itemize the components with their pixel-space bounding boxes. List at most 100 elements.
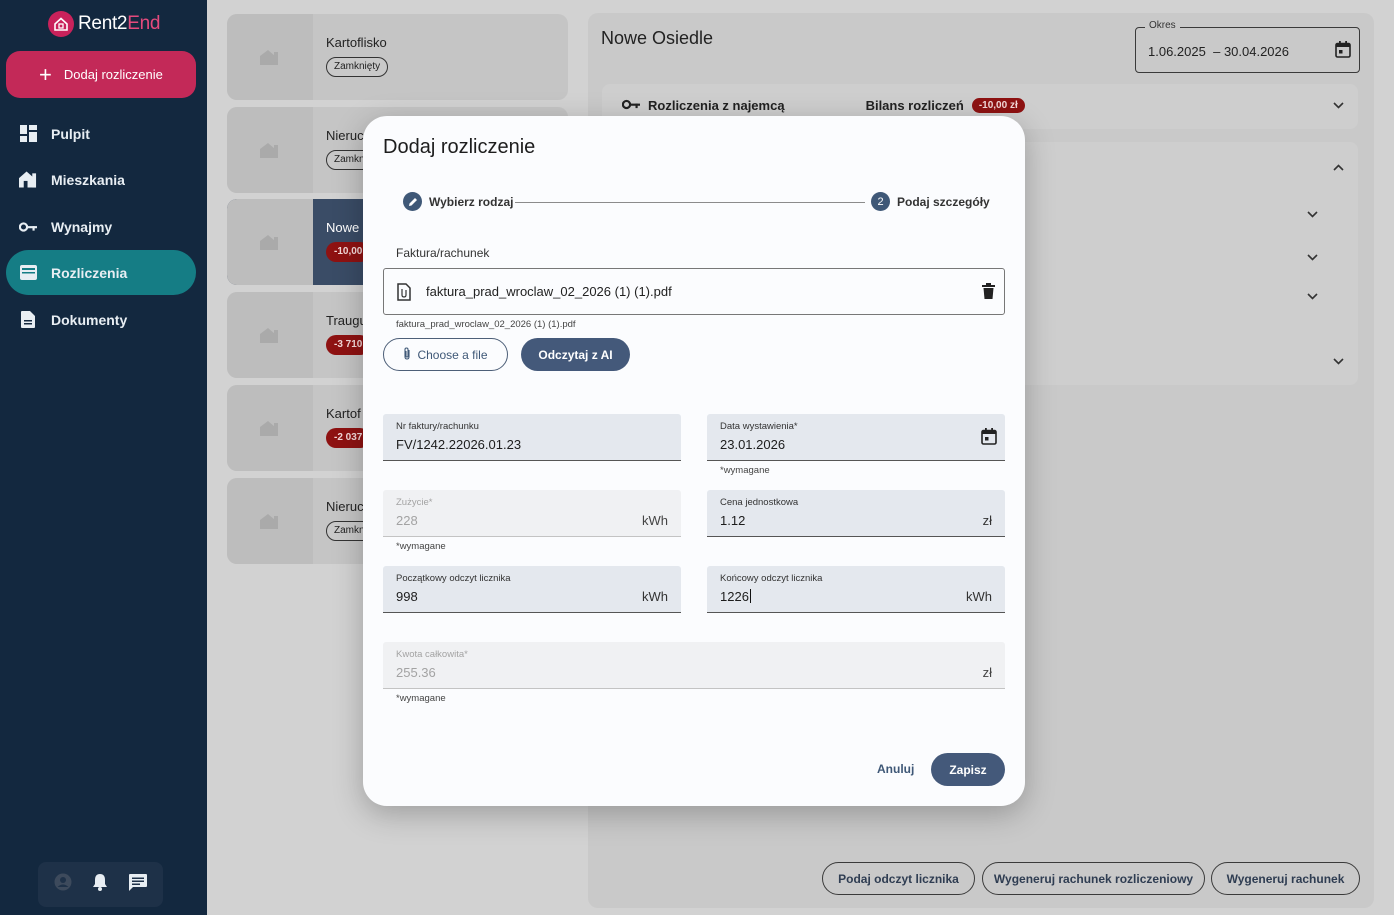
add-settlement-button[interactable]: + Dodaj rozliczenie: [6, 51, 196, 98]
document-icon: [19, 311, 37, 329]
usage-value: 228: [396, 513, 418, 528]
balance-label: Bilans rozliczeń: [865, 98, 964, 113]
dashboard-icon: [19, 125, 37, 143]
sidebar: Rent2End + Dodaj rozliczenie Pulpit Mies…: [0, 0, 207, 915]
account-icon[interactable]: [54, 873, 72, 896]
invoice-number-field[interactable]: Nr faktury/rachunku FV/1242.22026.01.23: [383, 414, 681, 461]
period-end: 30.04.2026: [1223, 44, 1290, 59]
sidebar-bottom-toolbar: [38, 862, 163, 907]
period-start: 1.06.2025: [1148, 44, 1206, 59]
period-label: Okres: [1145, 20, 1180, 31]
end-reading-unit: kWh: [966, 589, 992, 604]
sidebar-item-mieszkania[interactable]: Mieszkania: [6, 157, 196, 202]
required-hint: *wymagane: [396, 693, 446, 704]
property-thumbnail-icon: [227, 107, 313, 193]
chevron-up-icon: [1333, 160, 1344, 174]
property-thumbnail-icon: [227, 14, 313, 100]
issue-date-field[interactable]: Data wystawienia* 23.01.2026: [707, 414, 1005, 461]
logo-suffix: End: [127, 13, 161, 34]
property-name: Nieruc: [326, 499, 364, 514]
unit-price-field[interactable]: Cena jednostkowa 1.12 zł: [707, 490, 1005, 537]
calendar-icon[interactable]: [981, 428, 997, 450]
dialog-title: Dodaj rozliczenie: [383, 136, 536, 158]
step-label: Wybierz rodzaj: [429, 194, 514, 209]
add-settlement-label: Dodaj rozliczenie: [63, 67, 163, 82]
period-field[interactable]: Okres 1.06.2025 – 30.04.2026: [1135, 20, 1360, 73]
property-thumbnail-icon: [227, 385, 313, 471]
logo[interactable]: Rent2End: [48, 11, 160, 37]
property-name: Kartof: [326, 406, 361, 421]
sidebar-item-label: Dokumenty: [51, 311, 128, 328]
start-reading-unit: kWh: [642, 589, 668, 604]
stepper: Wybierz rodzaj 2 Podaj szczegóły: [403, 192, 990, 212]
invoice-file-hint: faktura_prad_wroclaw_02_2026 (1) (1).pdf: [396, 319, 576, 330]
usage-field: Zużycie* 228 kWh: [383, 490, 681, 537]
chevron-down-icon[interactable]: [1307, 287, 1318, 305]
invoice-number-value: FV/1242.22026.01.23: [396, 437, 522, 452]
choose-file-label: Choose a file: [417, 347, 488, 362]
property-name: Kartoflisko: [326, 35, 387, 50]
text-caret: [749, 589, 751, 603]
total-amount-currency: zł: [982, 665, 992, 680]
invoice-file-name: faktura_prad_wroclaw_02_2026 (1) (1).pdf: [426, 284, 672, 299]
key-icon: [621, 98, 640, 113]
required-hint: *wymagane: [396, 541, 446, 552]
sidebar-item-dokumenty[interactable]: Dokumenty: [6, 297, 196, 342]
tenant-settlements-title: Rozliczenia z najemcą: [648, 98, 785, 113]
start-reading-field[interactable]: Początkowy odczyt licznika 998 kWh: [383, 566, 681, 613]
step-details[interactable]: 2 Podaj szczegóły: [871, 192, 990, 211]
start-reading-value: 998: [396, 589, 418, 604]
trash-icon[interactable]: [982, 283, 995, 304]
property-thumbnail-icon: [227, 292, 313, 378]
calendar-icon[interactable]: [1335, 41, 1351, 63]
pencil-icon: [403, 192, 422, 211]
total-amount-field: Kwota całkowita* 255.36 zł: [383, 642, 1005, 689]
plus-icon: +: [39, 61, 52, 87]
choose-file-button[interactable]: Choose a file: [383, 338, 508, 371]
start-reading-label: Początkowy odczyt licznika: [396, 573, 511, 584]
balance-badge: -10,00 zł: [971, 98, 1025, 113]
sidebar-item-label: Pulpit: [51, 125, 90, 142]
property-card[interactable]: Kartoflisko Zamknięty: [227, 14, 568, 100]
key-icon: [19, 218, 37, 236]
read-with-ai-button[interactable]: Odczytaj z AI: [521, 338, 630, 371]
step-select-type[interactable]: Wybierz rodzaj: [403, 192, 513, 211]
sidebar-item-label: Mieszkania: [51, 171, 125, 188]
cancel-button[interactable]: Anuluj: [877, 762, 914, 776]
issue-date-value: 23.01.2026: [720, 437, 786, 452]
chat-icon[interactable]: [128, 873, 147, 896]
sidebar-item-label: Wynajmy: [51, 218, 113, 235]
chevron-down-icon: [1333, 98, 1344, 112]
property-name: Nowe: [326, 220, 360, 235]
chevron-down-icon[interactable]: [1307, 248, 1318, 266]
issue-date-label: Data wystawienia*: [720, 421, 798, 432]
meter-reading-button[interactable]: Podaj odczyt licznika: [822, 862, 975, 895]
period-separator: –: [1213, 44, 1221, 59]
generate-bill-button[interactable]: Wygeneruj rachunek: [1211, 862, 1360, 895]
logo-house-icon: [48, 11, 74, 37]
sidebar-item-wynajmy[interactable]: Wynajmy: [6, 204, 196, 249]
bell-icon[interactable]: [92, 873, 108, 896]
step-label: Podaj szczegóły: [897, 194, 990, 209]
usage-label: Zużycie*: [396, 497, 433, 508]
sidebar-item-rozliczenia[interactable]: Rozliczenia: [6, 250, 196, 295]
page-title: Nowe Osiedle: [601, 28, 714, 48]
end-reading-label: Końcowy odczyt licznika: [720, 573, 823, 584]
save-button[interactable]: Zapisz: [931, 753, 1005, 786]
sidebar-item-pulpit[interactable]: Pulpit: [6, 111, 196, 156]
property-name: Traugu: [326, 313, 367, 328]
total-amount-label: Kwota całkowita*: [396, 649, 468, 660]
step-connector: [515, 202, 865, 203]
property-thumbnail-icon: [227, 478, 313, 564]
generate-settlement-bill-button[interactable]: Wygeneruj rachunek rozliczeniowy: [982, 862, 1205, 895]
property-thumbnail-icon: [227, 199, 313, 285]
home-icon: [19, 171, 37, 189]
attachment-file-icon: [397, 283, 411, 306]
end-reading-value: 1226: [720, 589, 749, 604]
sidebar-item-label: Rozliczenia: [51, 264, 128, 281]
invoice-file-field[interactable]: faktura_prad_wroclaw_02_2026 (1) (1).pdf: [383, 268, 1005, 315]
end-reading-field[interactable]: Końcowy odczyt licznika 1226 kWh: [707, 566, 1005, 613]
required-hint: *wymagane: [720, 465, 770, 476]
chevron-down-icon[interactable]: [1307, 205, 1318, 223]
property-name: Nieruc: [326, 128, 364, 143]
